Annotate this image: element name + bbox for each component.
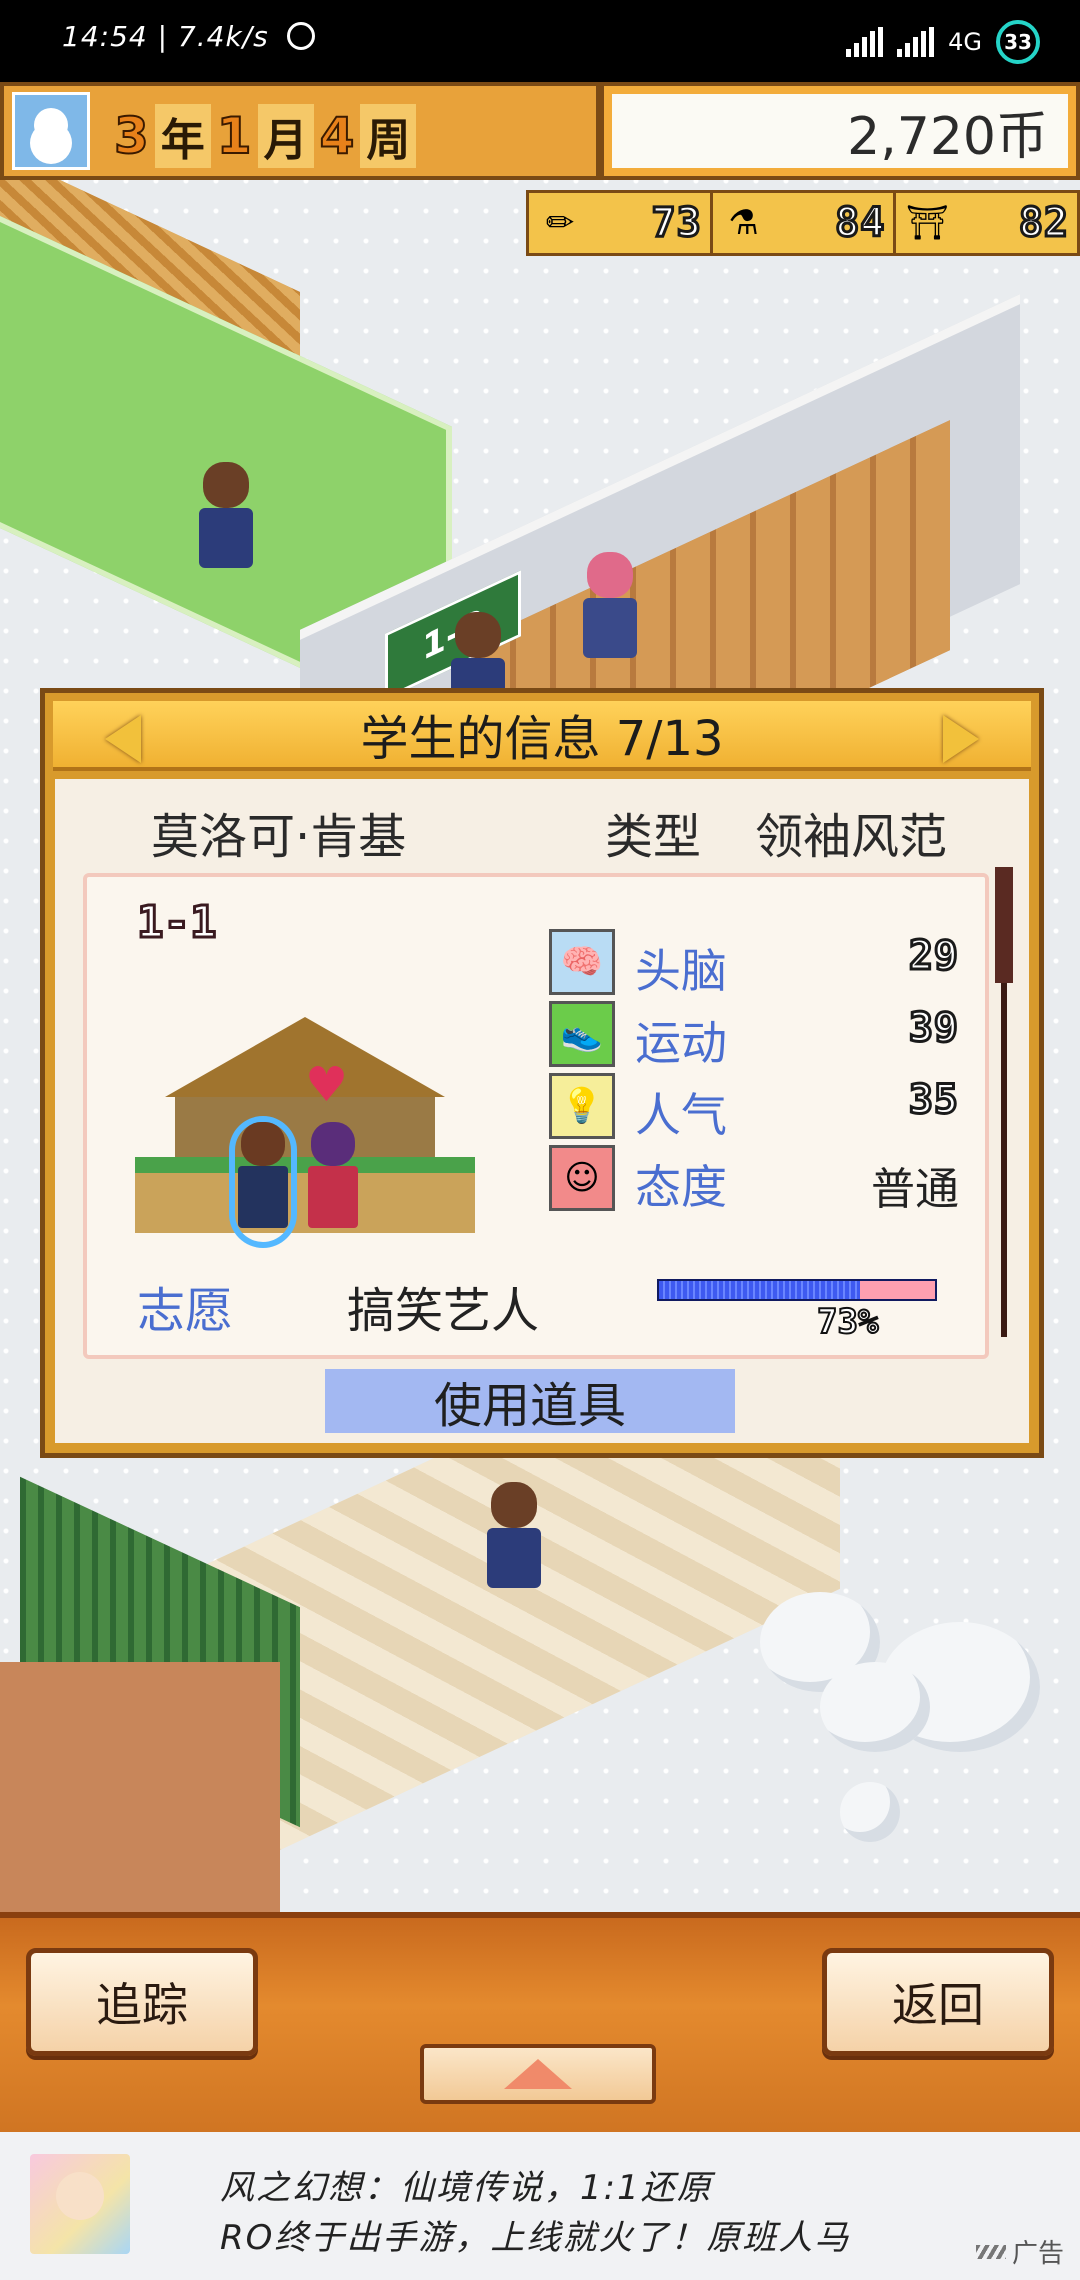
wish-value: 搞笑艺人 [347, 1283, 540, 1339]
attribute-attitude: ☺ 态度 普通 [549, 1145, 979, 1217]
wish-progress-rest [860, 1281, 935, 1299]
dialog-header: 学生的信息 7/13 [53, 701, 1031, 771]
type-value: 领袖风范 [755, 809, 948, 865]
time-speed-text: 14:54 | 7.4k/s [62, 20, 269, 53]
status-bar: 14:54 | 7.4k/s 4G 33 [0, 0, 1080, 82]
year-unit: 年 [154, 104, 211, 168]
ad-tag: 广告 [975, 2233, 1064, 2270]
name-row: 莫洛可·肯基 类型 领袖风范 [55, 789, 1029, 865]
school-stats-bar: ✏ 73 ⚗ 84 ⛩ 82 [526, 190, 1080, 256]
money-value: 2,720币 [612, 94, 1068, 168]
snowman-icon [840, 1782, 900, 1842]
student-sprite[interactable] [580, 552, 640, 662]
wish-progress-text: 73% [816, 1301, 879, 1343]
week-number: 4 [319, 106, 356, 166]
stat-value: 73 [650, 199, 702, 248]
attribute-value: 35 [907, 1076, 959, 1125]
wish-label: 志愿 [137, 1283, 234, 1339]
smile-face-icon: ☺ [549, 1145, 615, 1211]
student-name: 莫洛可·肯基 [151, 809, 407, 865]
dialog-title: 学生的信息 7/13 [360, 711, 724, 767]
snowy-tree [820, 1662, 930, 1752]
type-label: 类型 [605, 809, 702, 865]
attribute-value: 39 [907, 1004, 959, 1053]
status-time: 14:54 | 7.4k/s [62, 20, 315, 53]
battery-level: 33 [1004, 30, 1032, 54]
dialog-body: 莫洛可·肯基 类型 领袖风范 1-1 ♥ 🧠 头脑 29 👟 运动 39 💡 人… [55, 779, 1029, 1443]
couple-house-illustration: ♥ [135, 1017, 475, 1237]
network-type: 4G [948, 28, 982, 56]
prev-student-arrow-icon[interactable] [105, 715, 141, 763]
week-unit: 周 [360, 104, 417, 168]
expand-up-button[interactable] [420, 2044, 656, 2104]
attribute-popularity: 💡 人气 35 [549, 1073, 979, 1145]
pagoda-icon: ⛩ [905, 203, 949, 243]
signal-icon [846, 27, 884, 57]
running-track [0, 1662, 280, 1912]
month-unit: 月 [257, 104, 314, 168]
attribute-brain: 🧠 头脑 29 [549, 929, 979, 1001]
ad-logo-icon [975, 2244, 1006, 2259]
ad-tag-label: 广告 [1011, 2239, 1064, 2269]
shoe-icon: 👟 [549, 1001, 615, 1067]
up-arrow-icon [504, 2059, 572, 2089]
attribute-sport: 👟 运动 39 [549, 1001, 979, 1073]
alarm-icon [286, 22, 315, 50]
year-number: 3 [113, 106, 150, 166]
ad-thumbnail[interactable] [30, 2154, 130, 2254]
signal-icon-2 [897, 27, 935, 57]
stat-study: ✏ 73 [529, 193, 713, 253]
attribute-name: 态度 [635, 1160, 727, 1214]
lightbulb-icon: 💡 [549, 1073, 615, 1139]
student-sprite[interactable] [484, 1482, 544, 1592]
attribute-name: 人气 [635, 1088, 727, 1142]
student-portrait [235, 1122, 291, 1242]
use-item-button[interactable]: 使用道具 [325, 1369, 735, 1434]
wish-progress-fill [659, 1281, 861, 1299]
next-student-arrow-icon[interactable] [943, 715, 979, 763]
ad-text-line-2[interactable]: RO终于出手游，上线就火了！原班人马 [220, 2210, 850, 2259]
back-button[interactable]: 返回 [822, 1948, 1054, 2056]
attribute-name: 头脑 [635, 944, 727, 998]
ad-text-line-1[interactable]: 风之幻想：仙境传说，1:1还原 [220, 2160, 713, 2209]
snowman-icon [12, 92, 90, 170]
heart-icon: ♥ [305, 1057, 349, 1113]
attribute-value: 29 [907, 932, 959, 981]
status-indicators: 4G 33 [846, 20, 1040, 64]
stat-value: 84 [834, 199, 886, 248]
money-panel: 2,720币 [600, 82, 1080, 180]
stat-culture: ⛩ 82 [896, 193, 1077, 253]
scrollbar-thumb[interactable] [995, 867, 1013, 983]
bottom-bar: 追踪 返回 [0, 1912, 1080, 2138]
student-info-dialog: 学生的信息 7/13 莫洛可·肯基 类型 领袖风范 1-1 ♥ 🧠 头脑 29 … [40, 688, 1044, 1458]
attribute-value: 普通 [871, 1164, 959, 1215]
wish-progress-bar [657, 1279, 937, 1301]
pencil-icon: ✏ [545, 203, 575, 243]
date-panel: 3 年 1 月 4 周 [0, 82, 600, 180]
stat-science: ⚗ 84 [713, 193, 897, 253]
class-label: 1-1 [135, 896, 218, 950]
ad-banner[interactable]: 风之幻想：仙境传说，1:1还原 RO终于出手游，上线就火了！原班人马 广告 [0, 2132, 1080, 2280]
month-number: 1 [216, 106, 253, 166]
battery-icon: 33 [996, 20, 1040, 64]
attribute-name: 运动 [635, 1016, 727, 1070]
attribute-list: 🧠 头脑 29 👟 运动 39 💡 人气 35 ☺ 态度 普通 [549, 929, 979, 1217]
brain-icon: 🧠 [549, 929, 615, 995]
student-info-card: 1-1 ♥ 🧠 头脑 29 👟 运动 39 💡 人气 35 ☺ 态度 普通 志愿… [83, 873, 989, 1359]
flask-icon: ⚗ [728, 203, 759, 243]
track-button[interactable]: 追踪 [26, 1948, 258, 2056]
game-date: 3 年 1 月 4 周 [113, 104, 417, 168]
partner-portrait [305, 1122, 361, 1242]
student-sprite[interactable] [196, 462, 256, 572]
stat-value: 82 [1017, 199, 1070, 248]
